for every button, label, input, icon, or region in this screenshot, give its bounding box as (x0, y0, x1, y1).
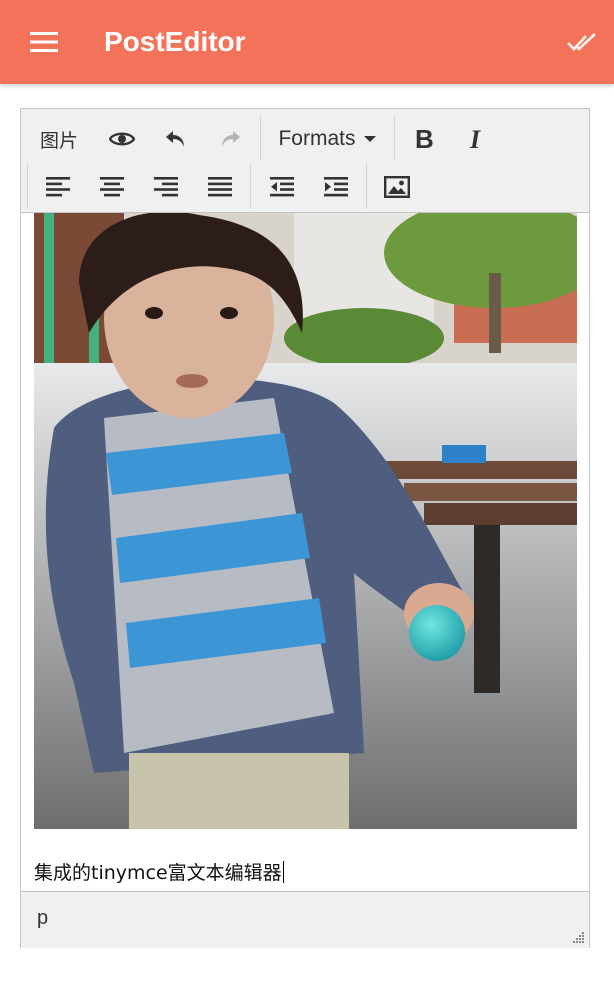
inserted-photo[interactable] (34, 213, 577, 829)
outdent-icon (270, 177, 294, 197)
toolbar-separator (366, 163, 367, 209)
app-bar: PostEditor (0, 0, 614, 84)
eye-icon (109, 132, 135, 146)
outdent-button[interactable] (261, 167, 303, 207)
align-justify-button[interactable] (199, 167, 241, 207)
paragraph-text-content: 集成的tinymce富文本编辑器 (34, 862, 282, 884)
redo-icon (222, 131, 240, 147)
align-left-button[interactable] (37, 167, 79, 207)
editor-content-area[interactable]: 集成的tinymce富文本编辑器 (21, 213, 589, 891)
bold-button[interactable]: B (403, 119, 445, 159)
element-path[interactable]: p (37, 907, 48, 930)
toolbar-separator (260, 115, 261, 161)
toolbar-separator (394, 115, 395, 161)
bold-icon: B (415, 127, 434, 151)
align-right-button[interactable] (145, 167, 187, 207)
text-cursor (282, 861, 284, 883)
formats-dropdown[interactable]: Formats (271, 119, 383, 159)
align-center-icon (100, 177, 124, 197)
align-center-button[interactable] (91, 167, 133, 207)
italic-button[interactable]: I (457, 119, 499, 159)
italic-icon: I (469, 127, 481, 151)
insert-image-icon (384, 176, 410, 198)
svg-text:I: I (469, 127, 481, 151)
double-check-icon[interactable] (566, 30, 598, 54)
align-right-icon (154, 177, 178, 197)
undo-icon (166, 131, 184, 147)
formats-label: Formats (278, 127, 356, 150)
redo-button[interactable] (209, 119, 251, 159)
svg-text:B: B (415, 127, 434, 151)
resize-handle-icon[interactable] (571, 930, 585, 944)
indent-button[interactable] (315, 167, 357, 207)
image-text-button[interactable]: 图片 (29, 119, 89, 159)
editor-toolbar: 图片 Formats B I (21, 109, 589, 213)
preview-button[interactable] (101, 119, 143, 159)
app-title: PostEditor (104, 26, 246, 57)
chevron-down-icon (363, 136, 376, 142)
indent-icon (324, 177, 348, 197)
toolbar-separator (250, 163, 251, 209)
align-left-icon (46, 177, 70, 197)
insert-image-button[interactable] (376, 167, 418, 207)
rich-text-editor: 图片 Formats B I 集成的tinymce富文本编辑器 p (20, 108, 590, 948)
hamburger-menu-icon[interactable] (30, 30, 58, 54)
toolbar-separator (27, 163, 28, 209)
editor-statusbar: p (21, 891, 589, 948)
undo-button[interactable] (155, 119, 197, 159)
image-text-label: 图片 (39, 129, 78, 152)
align-justify-icon (208, 177, 232, 197)
paragraph-text[interactable]: 集成的tinymce富文本编辑器 (34, 861, 284, 885)
